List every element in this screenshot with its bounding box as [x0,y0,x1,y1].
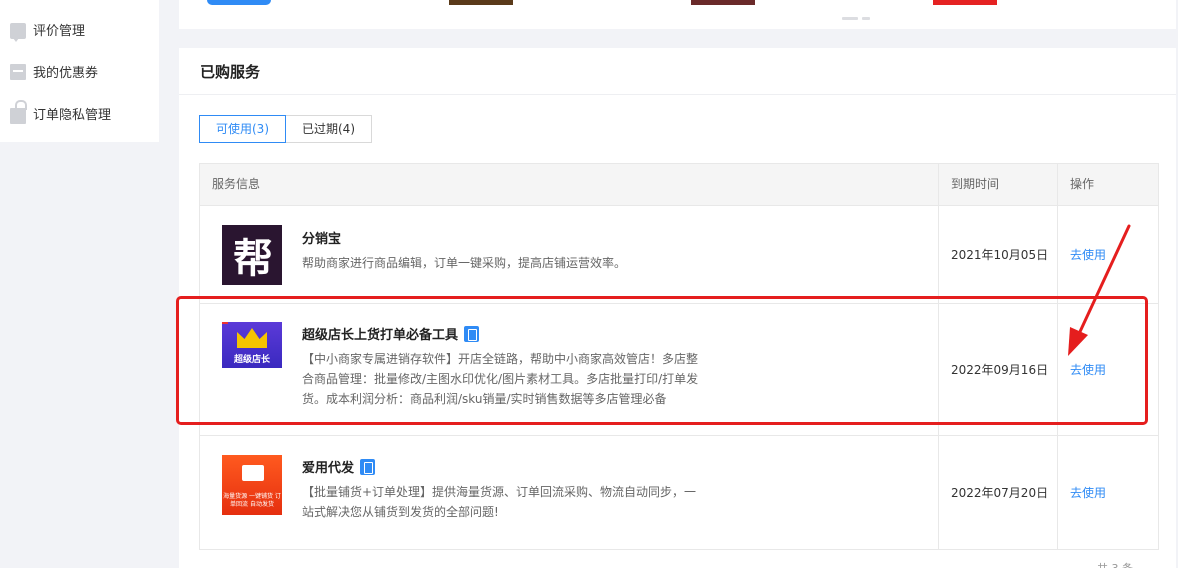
banner-thumb[interactable] [933,0,997,5]
service-name: 爱用代发 [302,457,376,476]
service-info-cell: 帮 分销宝 帮助商家进行商品编辑，订单一键采购，提高店铺运营效率。 [200,206,938,303]
carousel-dot[interactable] [842,17,858,20]
carousel-dots [842,17,870,20]
action-cell: 去使用 [1057,436,1158,549]
pagination-total: 共 3 条 [1097,560,1133,568]
tab-expired[interactable]: 已过期(4) [286,115,372,143]
column-header-action: 操作 [1057,164,1158,205]
coupon-icon [10,63,26,80]
column-header-expiry: 到期时间 [938,164,1057,205]
service-info-cell: 海量货源 一键铺货 订单回流 自动发货 爱用代发 【批量铺货+订单处理】提供海量… [200,436,938,549]
lock-icon [10,100,27,124]
banner-thumb[interactable] [691,0,755,5]
cart-icon [242,465,264,481]
table-row: 海量货源 一键铺货 订单回流 自动发货 爱用代发 【批量铺货+订单处理】提供海量… [200,436,1158,549]
sidebar-item-reviews[interactable]: 评价管理 [10,20,86,42]
page-title: 已购服务 [200,63,261,81]
carousel-dot[interactable] [862,17,870,20]
use-service-link[interactable]: 去使用 [1070,246,1106,263]
mobile-icon [360,458,376,475]
service-name: 分销宝 [302,228,341,247]
use-service-link[interactable]: 去使用 [1070,484,1106,501]
thumbnail-text: 帮 [233,236,273,282]
sidebar-item-label: 订单隐私管理 [33,108,112,123]
expiry-date: 2022年07月20日 [938,436,1057,549]
tab-available[interactable]: 可使用(3) [199,115,286,143]
service-name-text: 爱用代发 [302,461,355,476]
sidebar: 评价管理 我的优惠券 订单隐私管理 [0,0,159,142]
highlight-box [176,296,1148,425]
sidebar-item-label: 评价管理 [33,24,86,39]
service-thumbnail[interactable]: 帮 [222,225,282,285]
banner-thumb[interactable] [449,0,513,5]
service-name-text: 分销宝 [302,232,342,247]
banner-carousel [179,0,1176,29]
table-header: 服务信息 到期时间 操作 [200,164,1158,206]
sidebar-item-order-privacy[interactable]: 订单隐私管理 [10,100,112,124]
action-cell: 去使用 [1057,206,1158,303]
service-tabs: 可使用(3) 已过期(4) [199,115,372,143]
thumbnail-text: 海量货源 一键铺货 订单回流 自动发货 [223,493,281,508]
comment-icon [10,22,26,42]
sidebar-item-coupons[interactable]: 我的优惠券 [10,62,98,81]
description-line: 站式解决您从铺货到发货的全部问题! [302,505,499,519]
description-line: 【批量铺货+订单处理】提供海量货源、订单回流采购、物流自动同步，一 [302,485,697,499]
banner-thumb[interactable] [207,0,271,5]
expiry-date: 2021年10月05日 [938,206,1057,303]
sidebar-item-label: 我的优惠券 [33,66,99,81]
service-thumbnail[interactable]: 海量货源 一键铺货 订单回流 自动发货 [222,455,282,515]
table-row: 帮 分销宝 帮助商家进行商品编辑，订单一键采购，提高店铺运营效率。 2021年1… [200,206,1158,304]
service-description: 帮助商家进行商品编辑，订单一键采购，提高店铺运营效率。 [302,256,627,270]
divider [179,94,1176,95]
column-header-service-info: 服务信息 [212,177,261,191]
service-description: 【批量铺货+订单处理】提供海量货源、订单回流采购、物流自动同步，一 站式解决您从… [302,482,696,522]
